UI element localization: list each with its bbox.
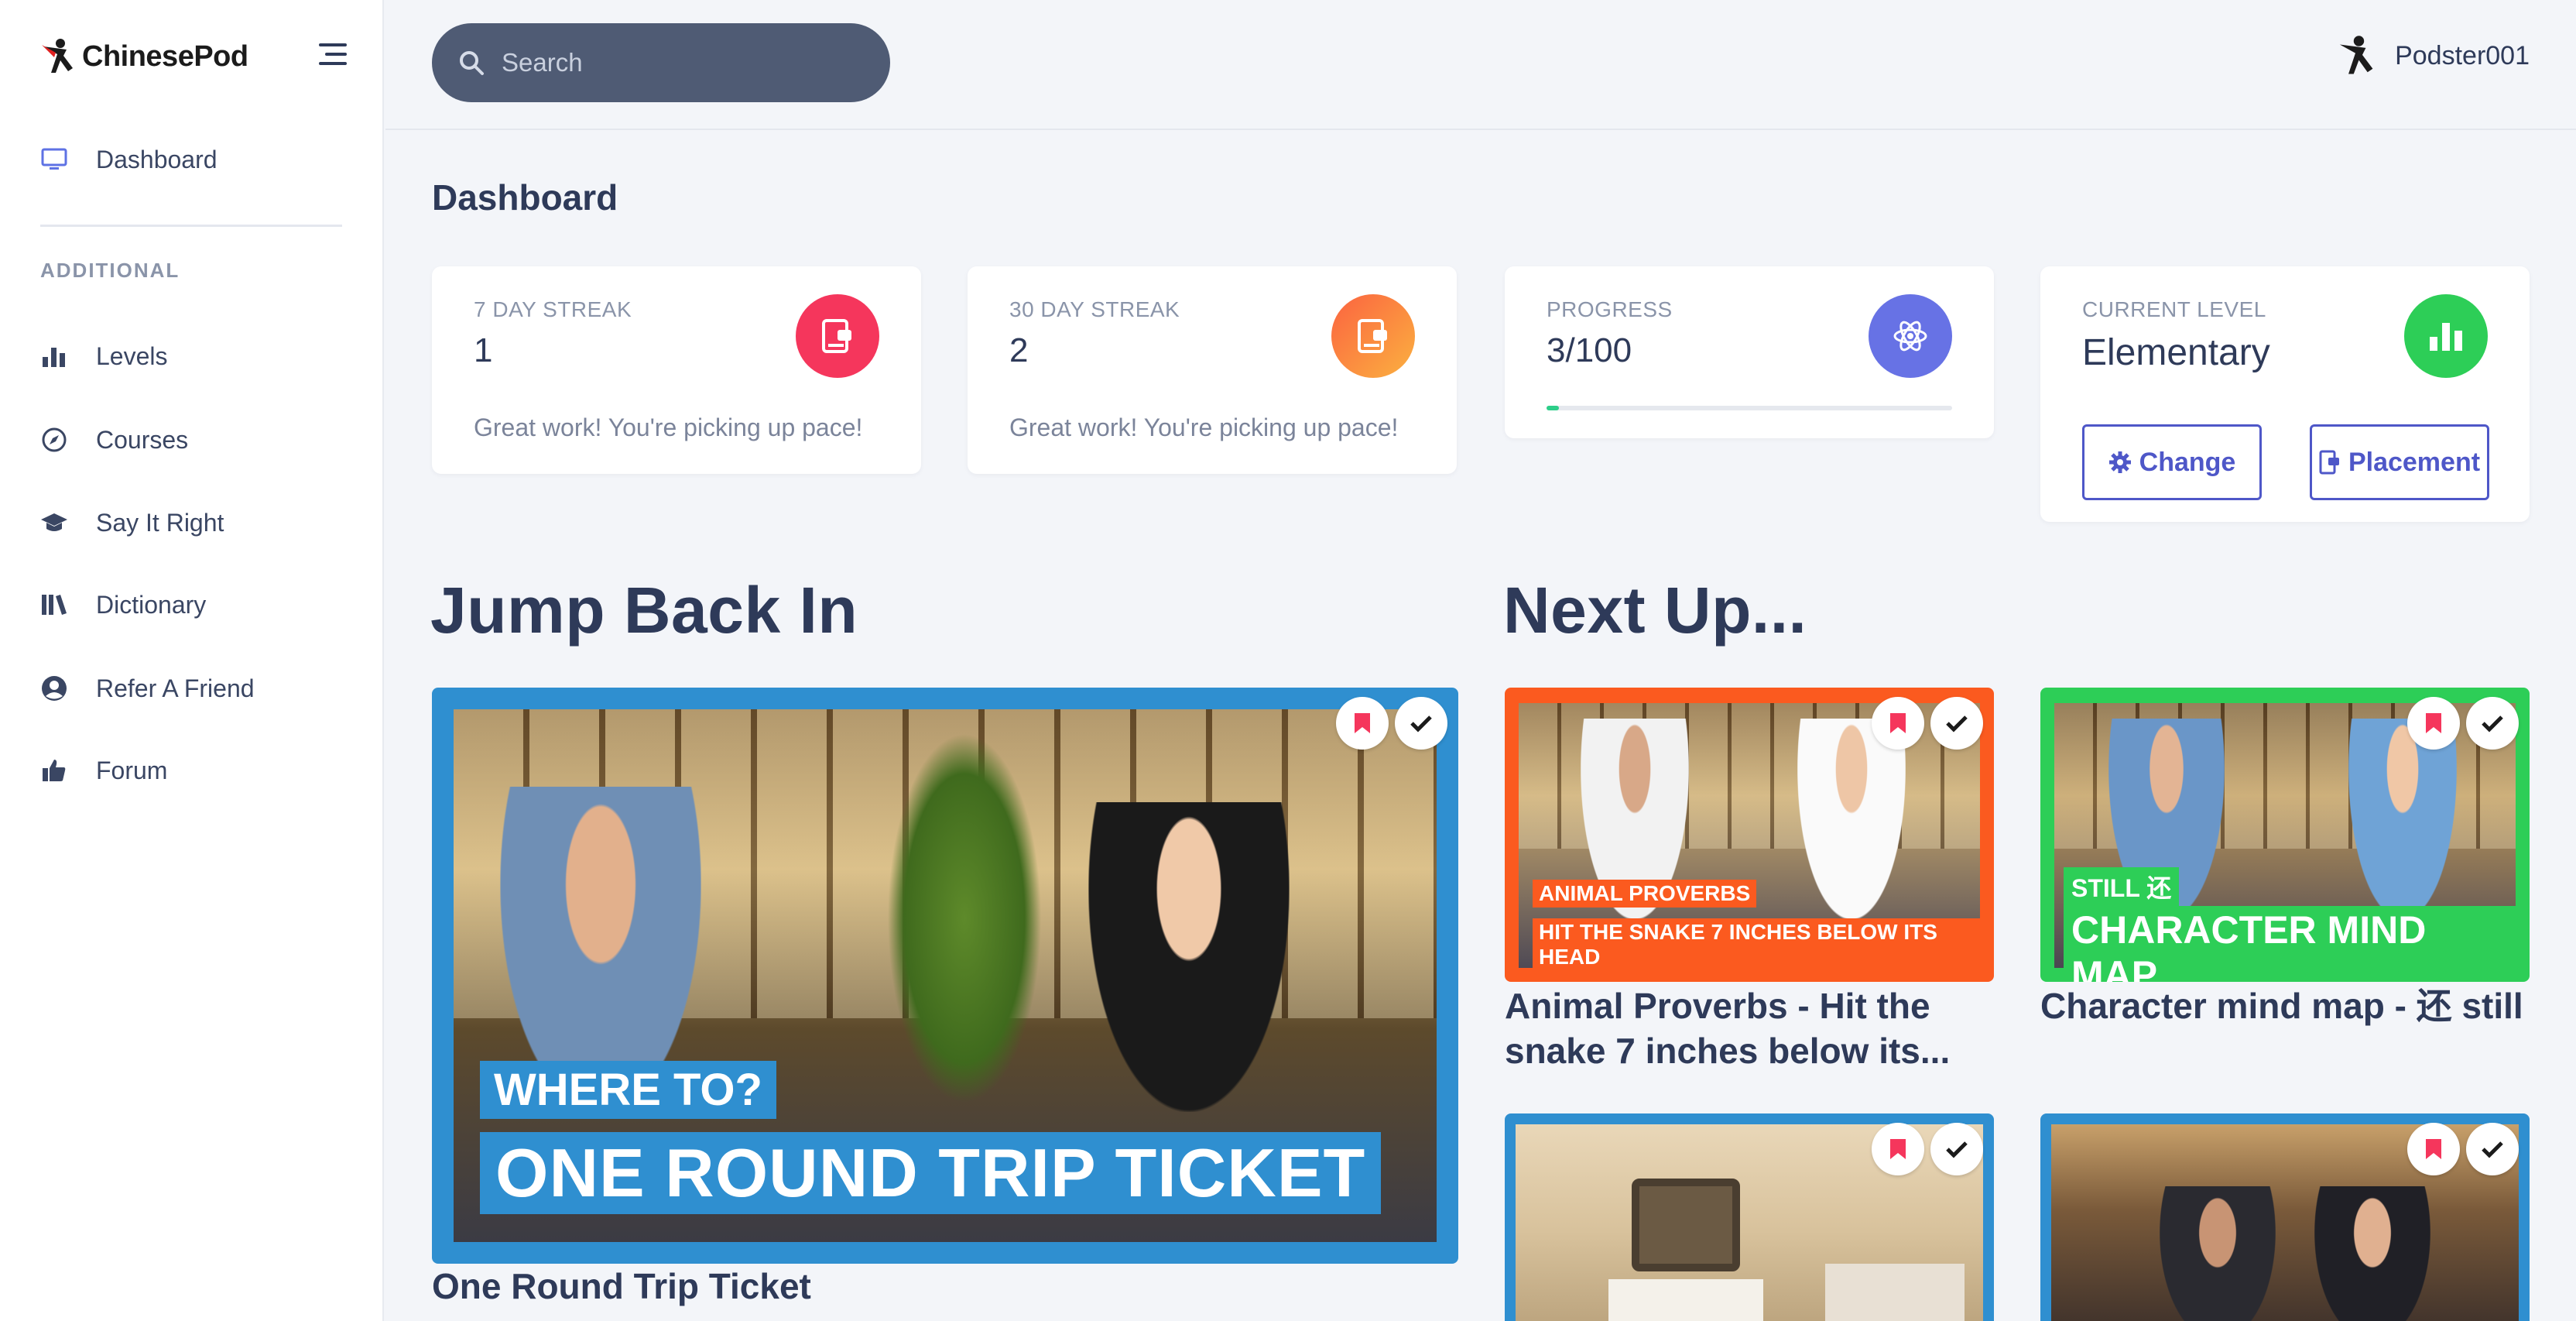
stat-label: 30 DAY STREAK <box>1009 297 1180 321</box>
placement-icon <box>2319 450 2339 475</box>
avatar <box>2339 36 2373 74</box>
bookmark-button[interactable] <box>1872 1123 1924 1175</box>
stat-card-30-day-streak: 30 DAY STREAK 2 Great work! You're picki… <box>968 266 1457 474</box>
bookmark-button[interactable] <box>2407 1123 2460 1175</box>
logo-figure-icon <box>42 39 73 73</box>
bar-chart-icon <box>2404 294 2488 378</box>
checkmark-icon <box>1410 715 1432 733</box>
change-level-button[interactable]: Change <box>2082 424 2262 500</box>
logo-text: ChinesePod <box>82 39 248 73</box>
lesson-title[interactable]: One Round Trip Ticket <box>432 1264 811 1309</box>
next-up-heading: Next Up... <box>1503 574 1807 647</box>
sidebar-item-dictionary[interactable]: Dictionary <box>40 582 206 628</box>
stat-label: PROGRESS <box>1547 297 1673 321</box>
lesson-tile-featured[interactable]: WHERE TO? ONE ROUND TRIP TICKET <box>432 688 1458 1264</box>
chinesepod-logo[interactable]: ChinesePod <box>40 37 248 76</box>
checkmark-icon <box>2482 715 2503 733</box>
streak-icon <box>796 294 879 378</box>
stat-description: Great work! You're picking up pace! <box>474 413 863 441</box>
books-icon <box>40 591 68 619</box>
lesson-tile[interactable]: ANIMAL PROVERBS HIT THE SNAKE 7 INCHES B… <box>1505 688 1994 982</box>
bookmark-button[interactable] <box>1872 697 1924 750</box>
menu-toggle-icon[interactable] <box>310 40 347 71</box>
thumbnail-caption-top: ANIMAL PROVERBS <box>1533 880 1757 908</box>
bookmark-icon <box>1890 713 1906 733</box>
user-menu[interactable]: Podster001 <box>2336 34 2530 77</box>
compass-icon <box>40 426 68 454</box>
lesson-tile[interactable] <box>1505 1113 1994 1321</box>
mark-complete-button[interactable] <box>1395 697 1447 750</box>
stat-card-progress: PROGRESS 3/100 <box>1505 266 1994 438</box>
placement-label: Placement <box>2348 447 2481 477</box>
thumbnail-caption-main: CHARACTER MIND MAP <box>2064 906 2516 982</box>
page-title: Dashboard <box>432 177 618 218</box>
bookmark-icon <box>2426 1139 2441 1159</box>
sidebar: ChinesePod Dashboard ADDITIONAL Levels C… <box>0 0 384 1321</box>
user-circle-icon <box>40 674 68 702</box>
sidebar-item-label: Levels <box>96 341 168 370</box>
stat-label: CURRENT LEVEL <box>2082 297 2266 321</box>
sidebar-section-label: ADDITIONAL <box>40 259 180 282</box>
mark-complete-button[interactable] <box>1930 1123 1983 1175</box>
checkmark-icon <box>1946 715 1968 733</box>
lesson-tile[interactable] <box>2040 1113 2530 1321</box>
checkmark-icon <box>2482 1141 2503 1158</box>
stat-value: 2 <box>1009 331 1029 369</box>
search-input[interactable] <box>502 48 858 77</box>
stat-label: 7 DAY STREAK <box>474 297 632 321</box>
checkmark-icon <box>1946 1141 1968 1158</box>
change-level-label: Change <box>2139 447 2236 477</box>
monitor-icon <box>40 146 68 173</box>
thumbs-up-icon <box>40 757 68 784</box>
stat-description: Great work! You're picking up pace! <box>1009 413 1399 441</box>
mark-complete-button[interactable] <box>1930 697 1983 750</box>
thumbnail-caption-main: HIT THE SNAKE 7 INCHES BELOW ITS HEAD <box>1533 918 1980 971</box>
thumbnail-caption-main: ONE ROUND TRIP TICKET <box>480 1132 1382 1214</box>
sidebar-item-label: Courses <box>96 425 189 454</box>
bookmark-icon <box>2426 713 2441 733</box>
mark-complete-button[interactable] <box>2466 1123 2519 1175</box>
search-icon <box>460 51 484 75</box>
sidebar-divider <box>40 225 342 227</box>
sidebar-item-courses[interactable]: Courses <box>40 417 188 463</box>
sidebar-item-dashboard[interactable]: Dashboard <box>40 136 218 183</box>
sidebar-item-levels[interactable]: Levels <box>40 333 168 379</box>
bookmark-icon <box>1890 1139 1906 1159</box>
bookmark-icon <box>1355 713 1370 733</box>
gear-icon <box>2108 451 2131 473</box>
search-bar[interactable] <box>432 23 890 102</box>
stat-value: 3/100 <box>1547 331 1632 369</box>
placement-button[interactable]: Placement <box>2310 424 2489 500</box>
username: Podster001 <box>2395 40 2530 70</box>
lesson-title[interactable]: Animal Proverbs - Hit the snake 7 inches… <box>1505 983 1994 1073</box>
sidebar-item-label: Dictionary <box>96 590 207 619</box>
sidebar-item-say-it-right[interactable]: Say It Right <box>40 499 224 546</box>
sidebar-item-label: Forum <box>96 756 168 784</box>
streak-icon <box>1331 294 1415 378</box>
sidebar-item-label: Refer A Friend <box>96 674 255 702</box>
stat-card-current-level: CURRENT LEVEL Elementary Change Placemen… <box>2040 266 2530 522</box>
progress-bar-fill <box>1547 406 1559 410</box>
stat-value: Elementary <box>2082 332 2270 373</box>
mark-complete-button[interactable] <box>2466 697 2519 750</box>
bookmark-button[interactable] <box>1336 697 1389 750</box>
lesson-tile[interactable]: STILL 还 CHARACTER MIND MAP <box>2040 688 2530 982</box>
atom-icon <box>1869 294 1952 378</box>
bar-chart-icon <box>40 342 68 370</box>
thumbnail-caption-top: STILL 还 <box>2064 867 2180 906</box>
jump-back-in-heading: Jump Back In <box>430 574 858 647</box>
sidebar-item-refer-a-friend[interactable]: Refer A Friend <box>40 665 255 712</box>
stat-card-7-day-streak: 7 DAY STREAK 1 Great work! You're pickin… <box>432 266 921 474</box>
lesson-title[interactable]: Character mind map - 还 still <box>2040 983 2530 1028</box>
progress-bar <box>1547 406 1952 410</box>
graduation-cap-icon <box>40 509 68 537</box>
sidebar-item-label: Say It Right <box>96 508 224 537</box>
bookmark-button[interactable] <box>2407 697 2460 750</box>
topbar: Podster001 <box>385 0 2576 130</box>
sidebar-item-label: Dashboard <box>96 145 218 173</box>
sidebar-item-forum[interactable]: Forum <box>40 747 167 794</box>
thumbnail-caption-top: WHERE TO? <box>480 1061 776 1119</box>
lesson-thumbnail: WHERE TO? ONE ROUND TRIP TICKET <box>454 709 1437 1242</box>
stat-value: 1 <box>474 331 493 369</box>
